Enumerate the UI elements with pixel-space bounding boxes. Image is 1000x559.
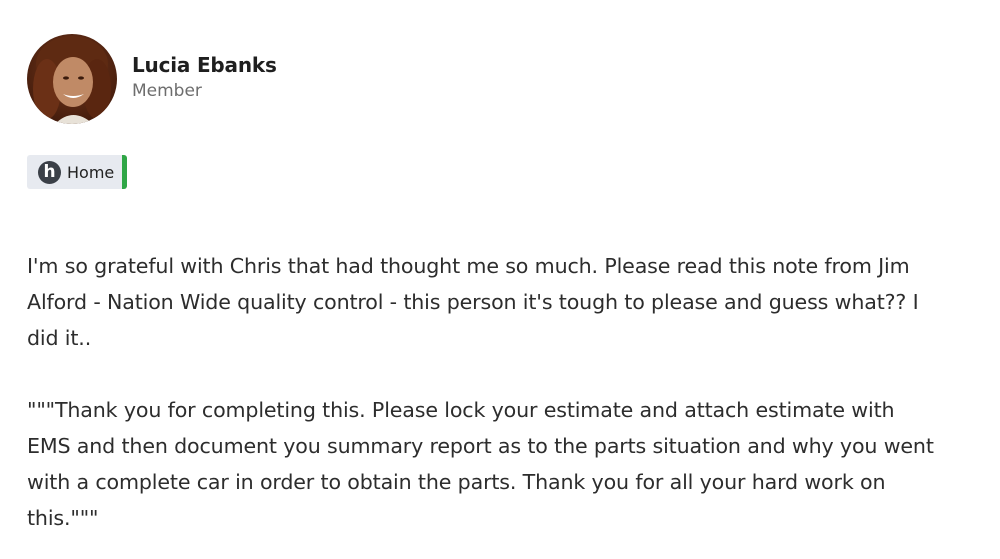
h-logo-icon: h bbox=[38, 160, 61, 184]
category-tag-label: Home bbox=[67, 162, 115, 182]
author-name[interactable]: Lucia Ebanks bbox=[132, 51, 277, 79]
author-role: Member bbox=[132, 81, 202, 101]
author-info: Lucia Ebanks Member bbox=[132, 51, 277, 103]
category-tag[interactable]: h Home bbox=[27, 155, 128, 189]
avatar[interactable] bbox=[27, 34, 117, 124]
post-paragraph: I'm so grateful with Chris that had thou… bbox=[27, 254, 919, 350]
post-header: Lucia Ebanks Member bbox=[27, 34, 277, 124]
avatar-image bbox=[27, 34, 117, 124]
post-body: I'm so grateful with Chris that had thou… bbox=[27, 248, 937, 536]
post-paragraph: """Thank you for completing this. Please… bbox=[27, 398, 934, 530]
